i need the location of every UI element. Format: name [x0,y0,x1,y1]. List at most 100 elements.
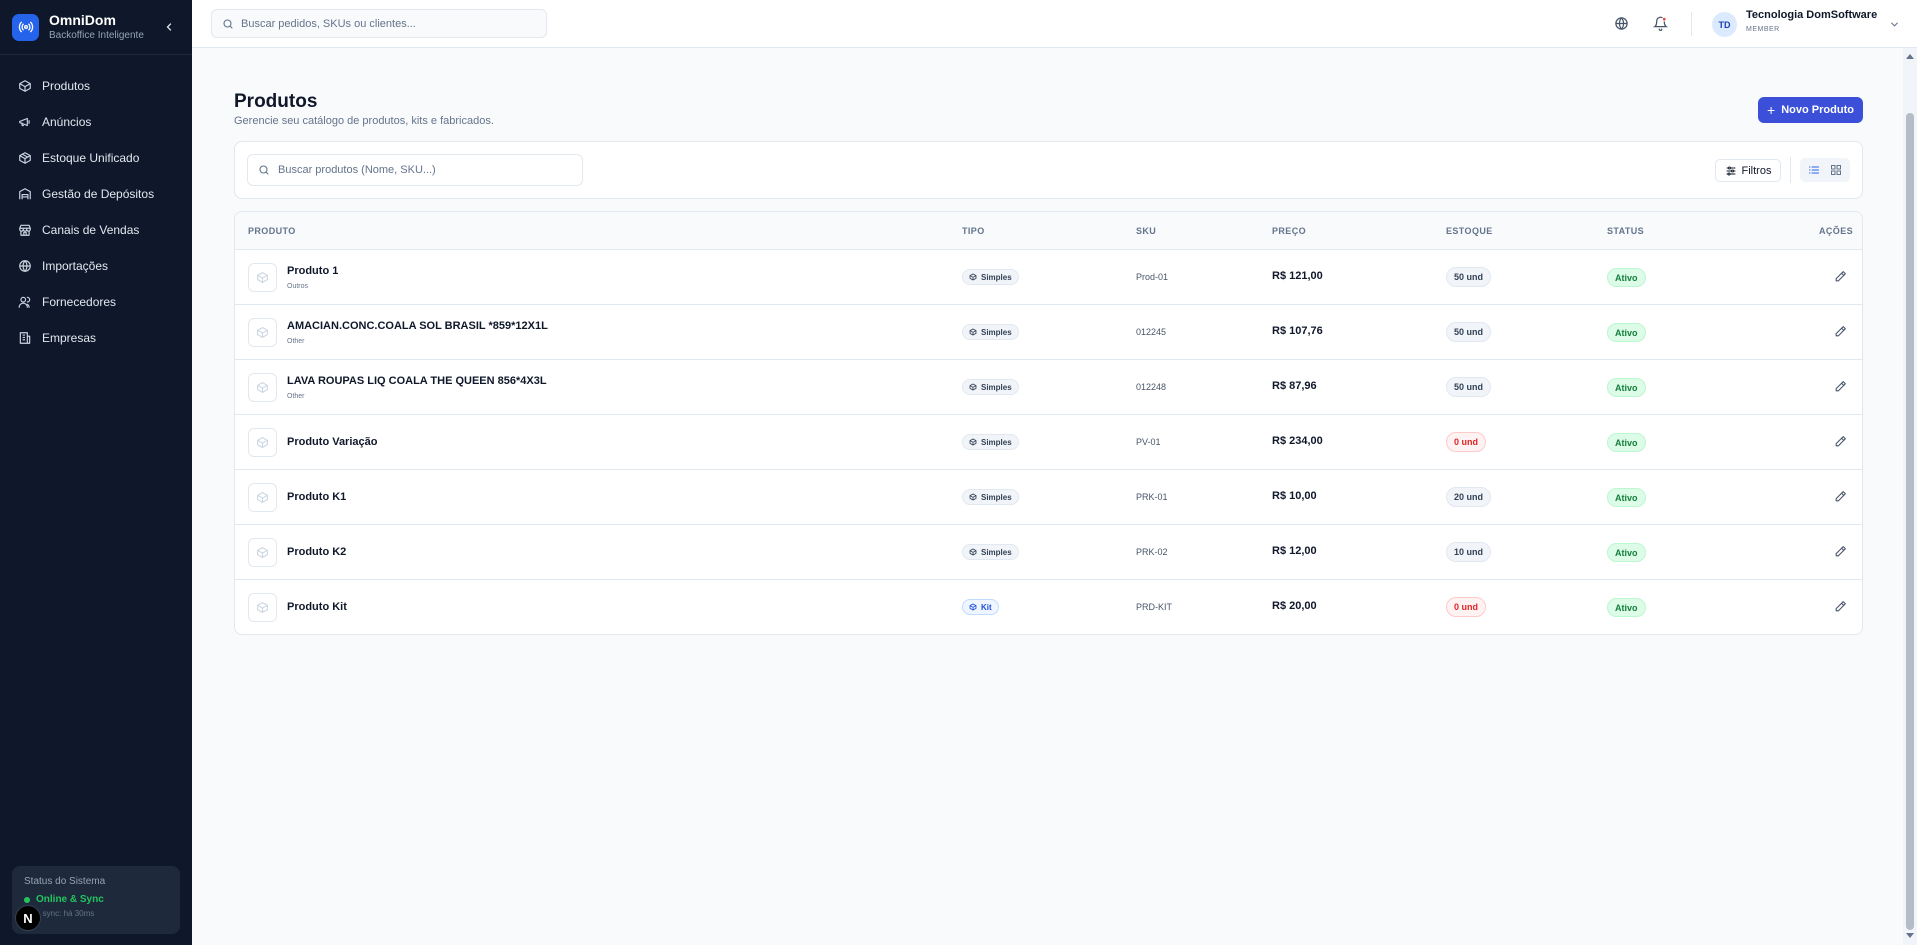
chevron-down-icon[interactable] [1889,17,1900,35]
scrollbar-thumb[interactable] [1906,113,1914,930]
status-badge: Ativo [1607,488,1646,507]
box-icon [248,263,277,292]
table-row[interactable]: AMACIAN.CONC.COALA SOL BRASIL *859*12X1L… [235,305,1862,360]
top-header: TD Tecnologia DomSoftware MEMBER [192,0,1917,48]
product-sku: PRK-02 [1136,547,1168,557]
stock-badge: 0 und [1446,432,1486,452]
scroll-up-arrow[interactable] [1906,54,1914,59]
sidebar-item-empresas[interactable]: Empresas [0,320,192,356]
box-icon [19,80,31,92]
broadcast-icon [12,13,39,41]
table-header: PRODUTO TIPO SKU PREÇO ESTOQUE STATUS AÇ… [235,212,1862,250]
page-scrollbar[interactable] [1903,48,1917,945]
store-icon [19,224,31,236]
sidebar-item-canais-vendas[interactable]: Canais de Vendas [0,212,192,248]
plus-icon: + [1767,102,1776,118]
product-price: R$ 12,00 [1272,545,1317,557]
product-price: R$ 121,00 [1272,270,1323,282]
sidebar-item-label: Canais de Vendas [42,223,140,237]
box-icon [969,438,977,446]
product-search-input[interactable] [278,164,578,176]
list-view-icon[interactable] [1804,161,1824,179]
product-name[interactable]: Produto Variação [287,436,377,448]
edit-icon[interactable] [1834,435,1848,449]
table-row[interactable]: Produto K1 Simples PRK-01 R$ 10,00 20 un… [235,470,1862,525]
sidebar-nav: Produtos Anúncios Estoque Unificado Gest… [0,55,192,356]
scroll-down-arrow[interactable] [1906,933,1914,938]
edit-icon[interactable] [1834,380,1848,394]
sidebar-item-importacoes[interactable]: Importações [0,248,192,284]
table-row[interactable]: Produto Variação Simples PV-01 R$ 234,00… [235,415,1862,470]
product-category: Other [287,393,305,400]
status-badge: Ativo [1607,268,1646,287]
col-sku: SKU [1136,226,1157,236]
stock-badge: 10 und [1446,542,1492,562]
product-sku: PRD-KIT [1136,602,1172,612]
product-name[interactable]: LAVA ROUPAS LIQ COALA THE QUEEN 856*4X3L [287,375,547,387]
edit-icon[interactable] [1834,490,1848,504]
products-table: PRODUTO TIPO SKU PREÇO ESTOQUE STATUS AÇ… [234,211,1863,635]
product-sku: 012245 [1136,327,1167,337]
table-row[interactable]: LAVA ROUPAS LIQ COALA THE QUEEN 856*4X3L… [235,360,1862,415]
product-name[interactable]: Produto K1 [287,491,346,503]
product-name[interactable]: Produto 1 [287,265,338,277]
stock-badge: 50 und [1446,377,1492,397]
sidebar-item-estoque-unificado[interactable]: Estoque Unificado [0,140,192,176]
sidebar-item-produtos[interactable]: Produtos [0,68,192,104]
edit-icon[interactable] [1834,270,1848,284]
system-status-sync: a sync: há 30ms [36,909,95,918]
type-badge: Simples [962,324,1019,340]
product-price: R$ 10,00 [1272,490,1317,502]
table-row[interactable]: Produto K2 Simples PRK-02 R$ 12,00 10 un… [235,525,1862,580]
type-label: Simples [981,492,1012,502]
sidebar-item-label: Gestão de Depósitos [42,187,155,201]
search-icon [259,165,269,175]
package-icon [19,152,31,164]
global-search-input[interactable] [241,17,541,30]
product-category: Other [287,338,305,345]
sidebar-item-gestao-depositos[interactable]: Gestão de Depósitos [0,176,192,212]
edit-icon[interactable] [1834,600,1848,614]
box-icon [248,373,277,402]
type-label: Kit [981,602,992,612]
global-search[interactable] [211,9,547,38]
table-row[interactable]: Produto 1 Outros Simples Prod-01 R$ 121,… [235,250,1862,305]
grid-view-icon[interactable] [1826,161,1846,179]
sidebar-item-label: Empresas [42,331,97,345]
new-product-button[interactable]: + Novo Produto [1758,97,1863,123]
col-preco: PREÇO [1272,226,1307,236]
status-badge: Ativo [1607,543,1646,562]
sidebar-item-label: Anúncios [42,115,92,129]
edit-icon[interactable] [1834,545,1848,559]
filters-button[interactable]: Filtros [1715,159,1781,182]
chevron-left-icon[interactable] [162,20,176,34]
product-price: R$ 107,76 [1272,325,1323,337]
type-badge: Simples [962,489,1019,505]
status-badge: Ativo [1607,323,1646,342]
product-name[interactable]: AMACIAN.CONC.COALA SOL BRASIL *859*12X1L [287,320,548,332]
type-badge: Kit [962,599,999,615]
product-name[interactable]: Produto K2 [287,546,346,558]
user-name[interactable]: Tecnologia DomSoftware [1746,9,1877,21]
table-row[interactable]: Produto Kit Kit PRD-KIT R$ 20,00 0 und A… [235,580,1862,634]
box-icon [969,273,977,281]
sidebar-item-anuncios[interactable]: Anúncios [0,104,192,140]
sidebar-item-fornecedores[interactable]: Fornecedores [0,284,192,320]
edit-icon[interactable] [1834,325,1848,339]
type-label: Simples [981,382,1012,392]
type-badge: Simples [962,544,1019,560]
avatar[interactable]: TD [1712,12,1737,37]
language-globe-icon[interactable] [1612,14,1630,32]
col-acoes: AÇÕES [1819,226,1854,236]
search-icon [223,18,233,29]
product-search[interactable] [247,154,583,186]
col-tipo: TIPO [962,226,985,236]
n-logo-badge[interactable]: N [15,905,41,931]
box-icon [969,383,977,391]
table-body: Produto 1 Outros Simples Prod-01 R$ 121,… [235,250,1862,634]
toolbar-divider [1790,157,1791,183]
bell-icon[interactable] [1651,14,1669,32]
product-name[interactable]: Produto Kit [287,601,347,613]
box-icon [248,318,277,347]
sidebar-item-label: Produtos [42,79,91,93]
